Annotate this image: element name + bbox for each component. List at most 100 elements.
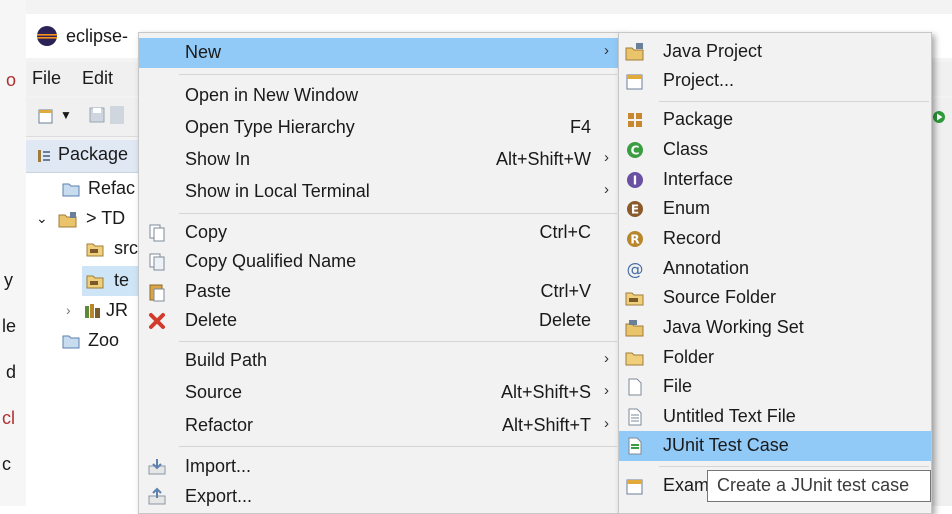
dropdown-arrow-icon[interactable]: ▼ [60,108,72,122]
project-icon [625,71,645,91]
tooltip: Create a JUnit test case [707,470,931,502]
package-icon [625,110,645,130]
submenu-item-label: Java Project [663,41,763,61]
import-icon [147,457,167,477]
submenu-item-annotation[interactable]: @ Annotation [619,254,931,284]
menu-item-open-type-hierarchy[interactable]: Open Type Hierarchy F4 [139,113,619,143]
edge-letter: le [2,316,17,336]
file-icon [625,377,645,397]
save-icon[interactable] [88,106,106,124]
submenu-item-label: File [663,376,693,396]
submenu-arrow-icon: › [604,149,609,166]
menu-item-label: Show In [185,149,251,169]
text-file-icon [625,407,645,427]
record-icon: R [625,229,645,249]
working-set-icon [625,318,645,338]
tree-item-label: Refac [88,178,136,198]
tree-item[interactable]: ⌄ > TD [36,208,138,232]
menu-item-export[interactable]: Export... [139,482,619,512]
svg-text:C: C [631,144,640,158]
menu-item-shortcut: Delete [538,310,591,330]
submenu-item-package[interactable]: Package [619,105,931,135]
source-folder-icon [625,288,645,308]
svg-text:@: @ [627,260,644,279]
annotation-icon: @ [625,259,645,280]
menu-item-refactor[interactable]: Refactor Alt+Shift+T › [139,411,619,441]
tree-item-label: > TD [86,208,126,228]
submenu-item-label: Source Folder [663,287,777,307]
submenu-item-untitled-text-file[interactable]: Untitled Text File [619,402,931,432]
enum-icon: E [625,199,645,219]
submenu-item-record[interactable]: R Record [619,224,931,254]
submenu-item-java-project[interactable]: Java Project [619,37,931,67]
menu-item-open-in-new-window[interactable]: Open in New Window [139,81,619,111]
copy-qualified-name-icon [147,252,167,272]
menu-item-label: Export... [185,486,253,506]
submenu-item-interface[interactable]: I Interface [619,165,931,195]
menu-item-new[interactable]: New › [139,38,619,68]
menu-item-label: Open Type Hierarchy [185,117,355,137]
submenu-arrow-icon: › [604,382,609,399]
menu-item-show-in-local-terminal[interactable]: Show in Local Terminal › [139,177,619,207]
tree-item-selected[interactable]: te [82,266,138,296]
run-icon[interactable] [932,108,946,123]
menu-file[interactable]: File [32,68,61,89]
menu-item-build-path[interactable]: Build Path › [139,346,619,376]
tree-item[interactable]: Zoo [62,330,138,354]
tree-item[interactable]: Refac [62,178,138,202]
tree-item[interactable]: src [86,238,138,262]
delete-icon [147,311,167,331]
menu-item-show-in[interactable]: Show In Alt+Shift+W › [139,145,619,175]
menu-separator [179,341,617,342]
new-wizard-icon[interactable] [36,106,56,126]
chevron-right-icon[interactable]: › [66,302,71,318]
submenu-item-label: Enum [663,198,711,218]
tab-package-explorer[interactable]: Package [26,140,138,173]
menu-item-shortcut: Ctrl+V [540,281,591,301]
new-submenu: Java Project Project... Package C Class … [618,32,932,514]
java-project-icon [58,211,78,229]
context-menu: New › Open in New Window Open Type Hiera… [138,32,620,514]
menu-item-copy[interactable]: Copy Ctrl+C [139,218,619,248]
tree-item-label: Zoo [88,330,120,350]
menu-item-source[interactable]: Source Alt+Shift+S › [139,378,619,408]
svg-text:I: I [633,174,637,188]
menu-item-copy-qualified-name[interactable]: Copy Qualified Name [139,247,619,277]
menu-separator [179,74,617,75]
submenu-item-label: Annotation [663,258,750,278]
submenu-item-source-folder[interactable]: Source Folder [619,283,931,313]
eclipse-logo-icon [36,25,58,47]
submenu-item-project[interactable]: Project... [619,66,931,96]
submenu-item-label: Folder [663,347,715,367]
submenu-item-label: Project... [663,70,735,90]
tree-item-label: src [114,238,138,258]
tree-item[interactable]: › JR [66,300,138,324]
submenu-item-label: Record [663,228,722,248]
submenu-item-junit-test-case[interactable]: JUnit Test Case [619,431,931,461]
background-window-edge: o y le d cl c [0,0,26,506]
submenu-item-file[interactable]: File [619,372,931,402]
menu-edit[interactable]: Edit [82,68,113,89]
submenu-arrow-icon: › [604,181,609,198]
folder-icon [62,333,80,349]
tree-item-label: JR [106,300,128,320]
submenu-item-class[interactable]: C Class [619,135,931,165]
svg-text:E: E [631,203,639,217]
menu-item-label: Import... [185,456,252,476]
submenu-item-enum[interactable]: E Enum [619,194,931,224]
save-all-icon[interactable] [110,106,124,124]
library-icon [84,303,102,319]
submenu-item-java-working-set[interactable]: Java Working Set [619,313,931,343]
submenu-item-folder[interactable]: Folder [619,343,931,373]
edge-letter: d [6,362,17,382]
junit-icon [625,436,645,456]
menu-item-import[interactable]: Import... [139,452,619,482]
menu-item-delete[interactable]: Delete Delete [139,306,619,336]
submenu-item-label: Package [663,109,734,129]
chevron-down-icon[interactable]: ⌄ [36,210,48,227]
tab-label: Package [58,144,129,164]
interface-icon: I [625,170,645,190]
class-icon: C [625,140,645,160]
paste-icon [147,282,167,302]
menu-item-paste[interactable]: Paste Ctrl+V [139,277,619,307]
